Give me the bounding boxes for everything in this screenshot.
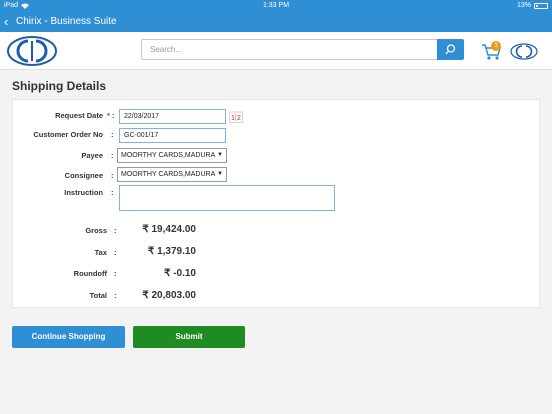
status-right: 13%	[517, 2, 548, 9]
shipping-form-card: Request Date * : 22/03/2017 1 2 Customer…	[12, 99, 540, 308]
consignee-select[interactable]: MOORTHY CARDS,MADURA ▼	[117, 167, 227, 182]
page-title: Shipping Details	[12, 79, 107, 93]
customer-order-field[interactable]: GC-001/17	[119, 128, 226, 143]
gross-value: ₹ 19,424.00	[142, 224, 196, 235]
dropdown-arrow-icon: ▼	[217, 152, 223, 158]
page-content: Shipping Details Request Date * : 22/03/…	[0, 70, 552, 414]
app-header: 3	[0, 32, 552, 70]
svg-text:1: 1	[231, 115, 235, 122]
tax-value: ₹ 1,379.10	[147, 246, 196, 257]
logo-small-icon[interactable]	[510, 43, 538, 60]
consignee-select-value: MOORTHY CARDS,MADURA	[121, 171, 216, 178]
battery-icon	[534, 2, 548, 9]
continue-shopping-button[interactable]: Continue Shopping	[12, 326, 125, 348]
status-time: 1:33 PM	[262, 2, 290, 9]
instruction-label: Instruction	[64, 188, 103, 197]
instruction-textarea[interactable]	[119, 185, 335, 211]
submit-button[interactable]: Submit	[133, 326, 245, 348]
app-title: Chirix - Business Suite	[16, 16, 117, 27]
payee-select[interactable]: MOORTHY CARDS,MADURA ▼	[117, 148, 227, 163]
request-date-field[interactable]: 22/03/2017	[119, 109, 226, 124]
search-button[interactable]	[437, 39, 464, 60]
payee-label: Payee	[81, 151, 103, 160]
search-icon	[445, 44, 456, 55]
customer-order-colon: :	[111, 130, 114, 139]
battery-percent: 13%	[516, 2, 531, 9]
logo-icon[interactable]	[6, 35, 58, 67]
dropdown-arrow-icon: ▼	[217, 171, 223, 177]
search-input[interactable]	[141, 39, 438, 60]
title-bar: ‹ Chirix - Business Suite	[0, 12, 552, 32]
total-value: ₹ 20,803.00	[142, 290, 196, 301]
calendar-icon[interactable]: 1 2	[229, 111, 243, 123]
status-bar: iPad 1:33 PM 13%	[0, 0, 552, 12]
request-date-colon: * :	[107, 111, 115, 120]
cart-count-badge: 3	[491, 41, 501, 51]
customer-order-label: Customer Order No	[33, 130, 103, 139]
consignee-label: Consignee	[64, 171, 103, 180]
payee-select-value: MOORTHY CARDS,MADURA	[121, 152, 216, 159]
roundoff-value: ₹ -0.10	[164, 268, 196, 279]
instruction-colon: :	[111, 188, 114, 197]
chevron-left-icon[interactable]: ‹	[4, 15, 8, 28]
consignee-colon: :	[111, 171, 114, 180]
payee-colon: :	[111, 151, 114, 160]
request-date-label: Request Date	[55, 111, 103, 120]
svg-text:2: 2	[237, 115, 241, 122]
